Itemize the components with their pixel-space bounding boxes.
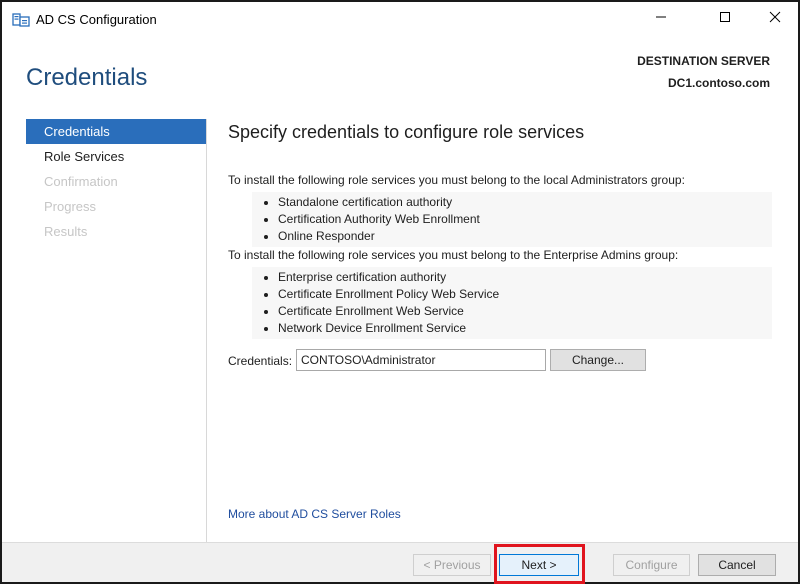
- list-item: Certificate Enrollment Policy Web Servic…: [278, 286, 772, 303]
- content-title: Specify credentials to configure role se…: [228, 122, 585, 142]
- nav-item-progress: Progress: [44, 199, 97, 214]
- credentials-label: Credentials:: [228, 354, 293, 368]
- credentials-input[interactable]: [296, 349, 546, 371]
- list-item: Online Responder: [278, 228, 772, 245]
- close-icon: [769, 10, 781, 28]
- enterprise-admin-heading: To install the following role services y…: [228, 248, 679, 262]
- nav-divider: [206, 119, 207, 542]
- local-admin-role-list: Standalone certification authority Certi…: [252, 192, 772, 247]
- list-item: Certificate Enrollment Web Service: [278, 303, 772, 320]
- nav-item-results: Results: [44, 224, 88, 239]
- certificate-server-icon: [12, 12, 30, 28]
- cancel-button[interactable]: Cancel: [698, 554, 776, 576]
- previous-button[interactable]: < Previous: [413, 554, 491, 576]
- destination-server-label: DESTINATION SERVER: [637, 54, 770, 68]
- nav-item-credentials[interactable]: Credentials: [26, 119, 206, 144]
- local-admin-group: To install the following role services y…: [228, 172, 772, 247]
- window-title: AD CS Configuration: [36, 12, 157, 27]
- local-admin-heading: To install the following role services y…: [228, 173, 685, 187]
- nav-item-confirmation: Confirmation: [44, 174, 118, 189]
- minimize-icon: [655, 10, 667, 28]
- title-bar[interactable]: AD CS Configuration: [2, 2, 798, 36]
- destination-server-name: DC1.contoso.com: [667, 76, 770, 90]
- configure-button[interactable]: Configure: [613, 554, 690, 576]
- next-button[interactable]: Next >: [499, 554, 579, 576]
- ad-cs-configuration-window: AD CS Configuration Credentials DESTINAT…: [0, 0, 800, 584]
- maximize-button[interactable]: [702, 2, 748, 36]
- close-button[interactable]: [752, 2, 798, 36]
- list-item: Standalone certification authority: [278, 194, 772, 211]
- maximize-icon: [719, 10, 731, 28]
- list-item: Certification Authority Web Enrollment: [278, 211, 772, 228]
- list-item: Enterprise certification authority: [278, 269, 772, 286]
- list-item: Network Device Enrollment Service: [278, 320, 772, 337]
- enterprise-admin-group: To install the following role services y…: [228, 247, 772, 339]
- change-credentials-button[interactable]: Change...: [550, 349, 646, 371]
- enterprise-admin-role-list: Enterprise certification authority Certi…: [252, 267, 772, 339]
- wizard-nav: Credentials Role Services Confirmation P…: [26, 119, 206, 244]
- minimize-button[interactable]: [638, 2, 684, 36]
- nav-item-role-services[interactable]: Role Services: [26, 144, 206, 169]
- more-about-roles-link[interactable]: More about AD CS Server Roles: [228, 507, 401, 521]
- page-title: Credentials: [26, 64, 148, 91]
